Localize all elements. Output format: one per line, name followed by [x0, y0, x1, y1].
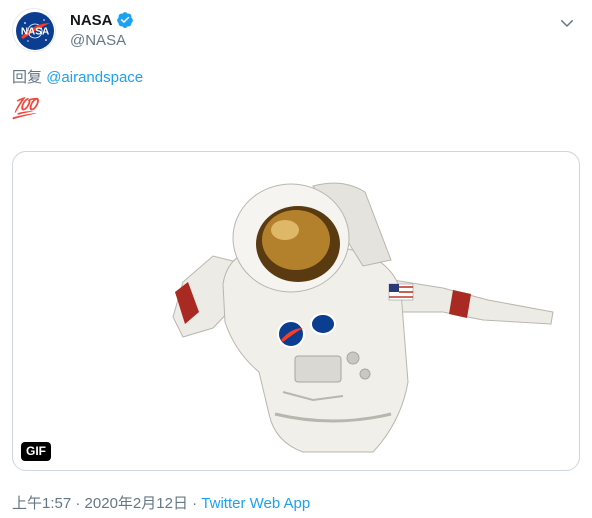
reply-prefix: 回复: [12, 69, 43, 86]
avatar[interactable]: NASA: [12, 8, 56, 52]
verified-badge-icon: [116, 12, 133, 28]
tweet-header: NASA NASA @NASA: [12, 8, 580, 52]
tweet-time[interactable]: 上午1:57: [12, 495, 71, 512]
gif-badge: GIF: [21, 442, 51, 461]
tweet-footer: 上午1:57 · 2020年2月12日 · Twitter Web App: [12, 492, 310, 513]
nasa-logo-icon: NASA: [16, 12, 54, 50]
display-name[interactable]: NASA: [70, 12, 113, 29]
avatar-logo-text: NASA: [21, 27, 49, 38]
hundred-points-emoji: 💯: [12, 98, 37, 120]
tweet-date[interactable]: 2020年2月12日: [85, 495, 188, 512]
tweet-source-link[interactable]: Twitter Web App: [201, 495, 310, 512]
reply-context: 回复 @airandspace: [12, 66, 143, 87]
account-handle[interactable]: @NASA: [70, 32, 126, 49]
footer-separator: ·: [192, 495, 198, 512]
gif-media[interactable]: GIF: [12, 151, 580, 471]
name-row: NASA: [70, 11, 134, 29]
tweet-text: 💯: [12, 96, 37, 121]
footer-separator: ·: [75, 495, 81, 512]
astronaut-gif-image: [172, 182, 554, 453]
chevron-down-icon[interactable]: [558, 14, 576, 32]
reply-mention-link[interactable]: @airandspace: [46, 69, 143, 86]
